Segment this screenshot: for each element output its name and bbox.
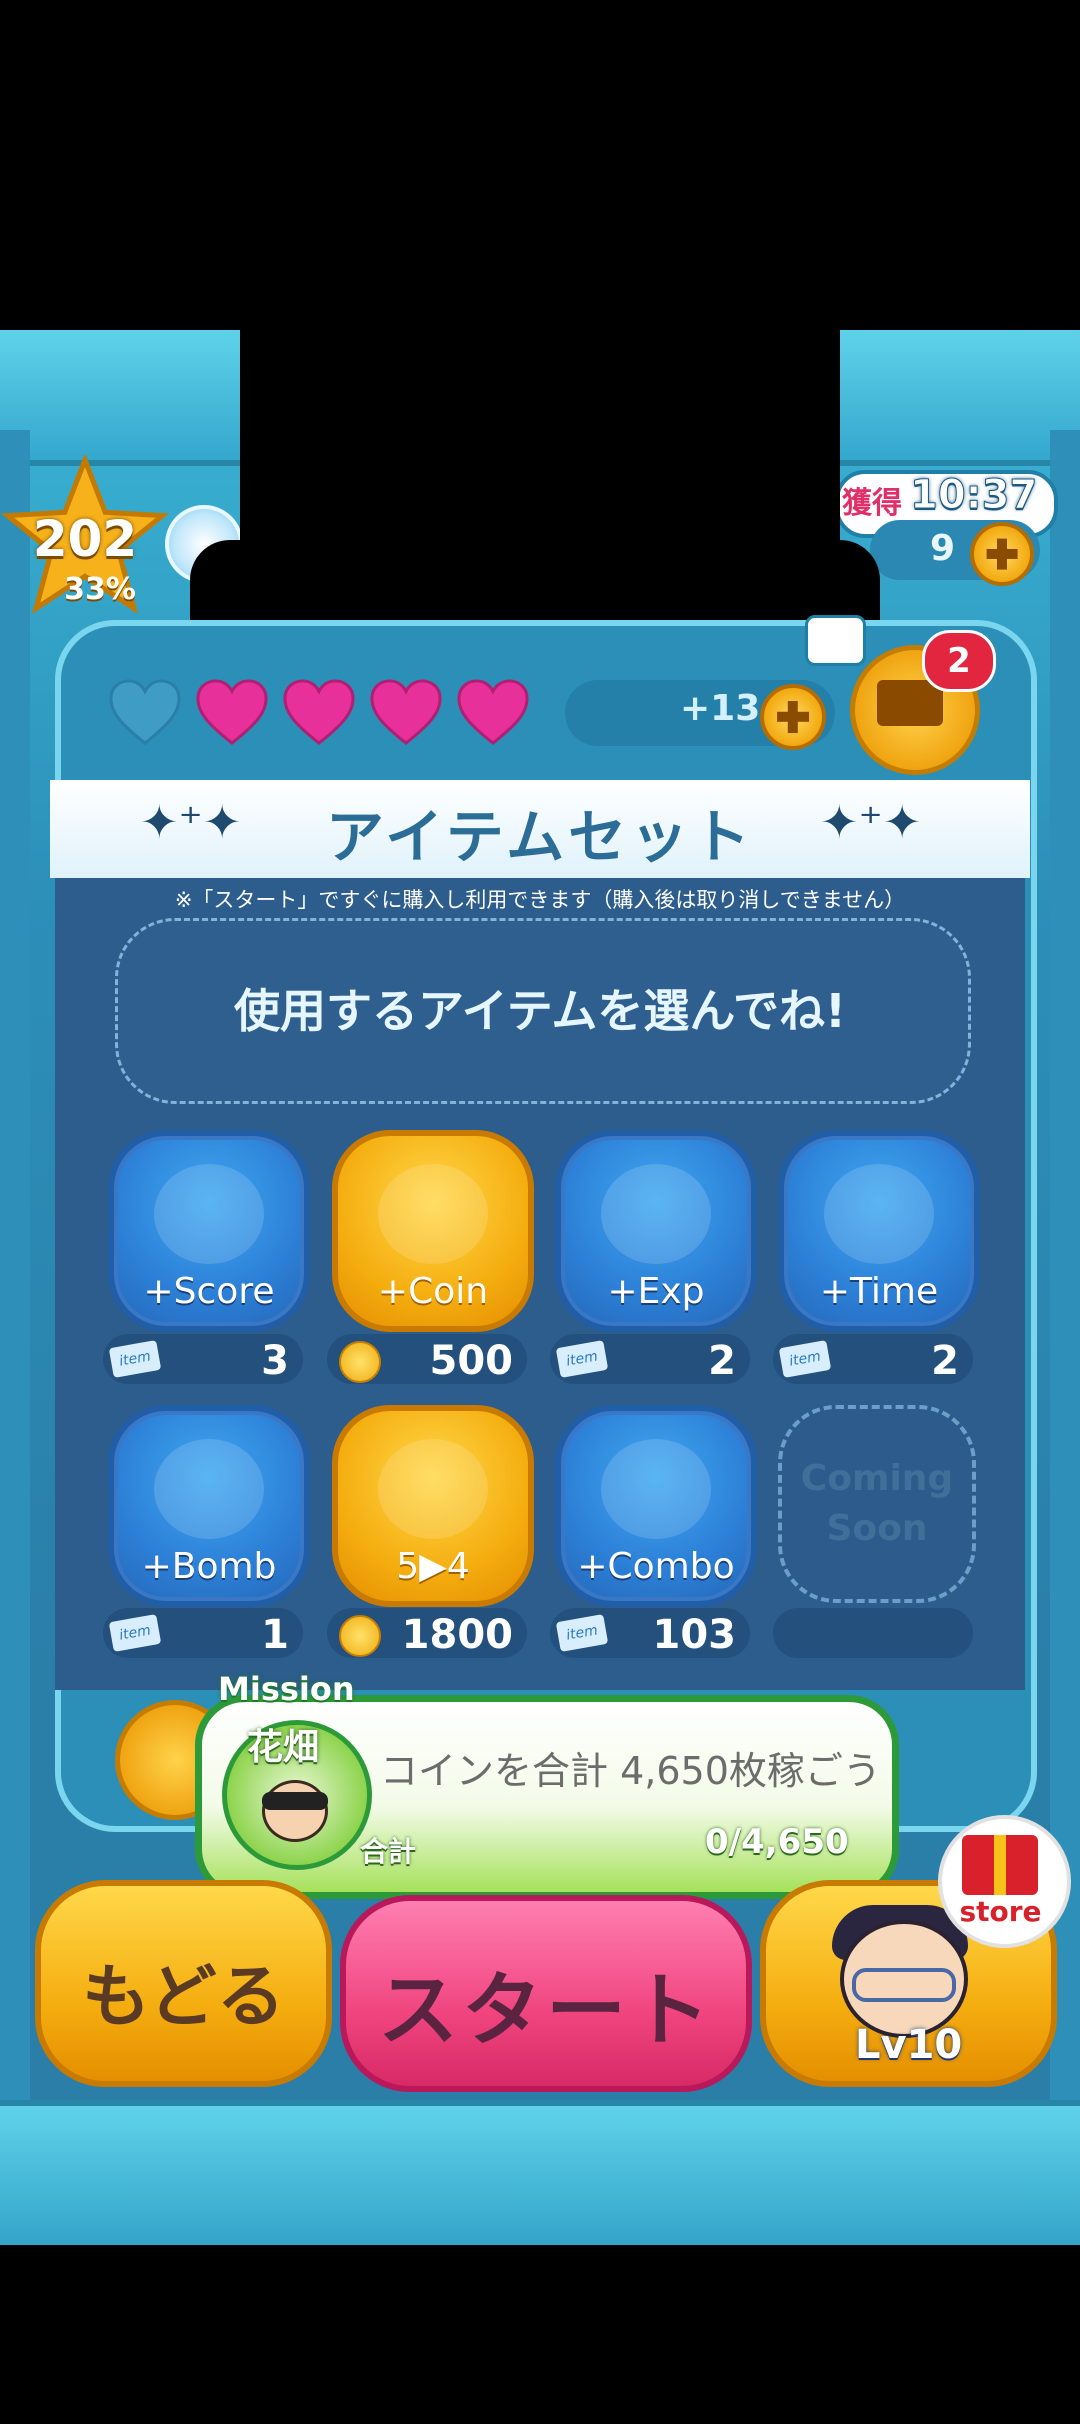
store-label: store bbox=[959, 1895, 1042, 1928]
mission-progress-value: 0 bbox=[705, 1822, 729, 1862]
item-tile-5-4[interactable]: 5▶4 bbox=[332, 1405, 534, 1607]
item-count: 103 bbox=[652, 1612, 737, 1658]
item-art-icon bbox=[378, 1164, 488, 1264]
character-level: Lv10 bbox=[855, 2022, 963, 2068]
mission-progress: 0/4,650 bbox=[705, 1822, 849, 1862]
item-count: 3 bbox=[261, 1338, 289, 1384]
heart-full-icon bbox=[369, 677, 443, 747]
mission-description: コインを合計 4,650枚稼ごう bbox=[380, 1749, 881, 1793]
heart-empty-icon bbox=[108, 677, 182, 747]
heart-full-icon bbox=[456, 677, 530, 747]
gift-ribbon bbox=[994, 1835, 1006, 1895]
item-count: 2 bbox=[931, 1338, 959, 1384]
mission-goal: /4,650 bbox=[728, 1822, 849, 1862]
item-art-icon bbox=[601, 1164, 711, 1264]
mission-total-label: 合計 bbox=[360, 1835, 417, 1868]
item-label: +Bomb bbox=[141, 1546, 277, 1587]
item-ticket-icon: item bbox=[555, 1340, 609, 1378]
left-frame bbox=[0, 430, 30, 2130]
coin-icon bbox=[339, 1341, 381, 1383]
item-art-icon bbox=[154, 1164, 264, 1264]
item-tile-score[interactable]: +Score bbox=[108, 1130, 310, 1332]
coin-count: 9 bbox=[930, 528, 956, 569]
hearts-extra: +13 bbox=[680, 688, 761, 729]
item-label: +Score bbox=[143, 1271, 275, 1312]
item-art-icon bbox=[378, 1439, 488, 1539]
item-ticket-icon: item bbox=[778, 1340, 832, 1378]
item-cost: item 1 bbox=[103, 1608, 303, 1658]
item-ticket-icon: item bbox=[108, 1614, 162, 1652]
start-button[interactable]: スタート bbox=[340, 1895, 752, 2092]
back-button[interactable]: もどる bbox=[35, 1880, 332, 2087]
mail-badge: 2 bbox=[922, 630, 996, 692]
item-count: 2 bbox=[708, 1338, 736, 1384]
item-label: +Exp bbox=[607, 1271, 705, 1312]
item-art-icon bbox=[154, 1439, 264, 1539]
item-art-icon bbox=[601, 1439, 711, 1539]
item-tile-exp[interactable]: +Exp bbox=[555, 1130, 757, 1332]
level-progress: 33% bbox=[64, 572, 136, 607]
item-cost bbox=[773, 1608, 973, 1658]
start-button-label: スタート bbox=[378, 1964, 714, 2057]
item-cost: item 2 bbox=[773, 1334, 973, 1384]
item-tile-bomb[interactable]: +Bomb bbox=[108, 1405, 310, 1607]
item-ticket-icon: item bbox=[108, 1340, 162, 1378]
item-art-icon bbox=[824, 1164, 934, 1264]
back-button-label: もどる bbox=[82, 1958, 285, 2037]
video-icon[interactable] bbox=[805, 615, 866, 666]
mission-tag: Mission bbox=[218, 1670, 355, 1708]
character-glasses bbox=[852, 1968, 956, 2002]
add-coins-button[interactable] bbox=[970, 522, 1034, 586]
timer-label: 獲得 bbox=[842, 486, 902, 521]
coin-icon bbox=[339, 1615, 381, 1657]
panel-title: アイテムセット bbox=[325, 803, 755, 871]
item-count: 1 bbox=[261, 1612, 289, 1658]
item-label: 5▶4 bbox=[396, 1546, 470, 1587]
item-label: +Combo bbox=[577, 1546, 735, 1587]
item-tile-coin[interactable]: +Coin bbox=[332, 1130, 534, 1332]
item-cost: item 3 bbox=[103, 1334, 303, 1384]
item-cost: 1800 bbox=[327, 1608, 527, 1658]
item-count: 1800 bbox=[401, 1612, 513, 1658]
player-level: 202 bbox=[32, 510, 138, 568]
item-tile-time[interactable]: +Time bbox=[778, 1130, 980, 1332]
mission-category: 花畑 bbox=[247, 1727, 320, 1768]
item-ticket-icon: item bbox=[555, 1614, 609, 1652]
item-count: 500 bbox=[429, 1338, 514, 1384]
prompt-text: 使用するアイテムを選んでね! bbox=[233, 984, 847, 1038]
item-cost: 500 bbox=[327, 1334, 527, 1384]
item-label: +Coin bbox=[377, 1271, 489, 1312]
add-hearts-button[interactable] bbox=[760, 684, 826, 750]
coming-soon-label: Coming Soon bbox=[800, 1458, 954, 1549]
bottom-frame bbox=[0, 2100, 1080, 2245]
heart-full-icon bbox=[195, 677, 269, 747]
item-cost: item 2 bbox=[550, 1334, 750, 1384]
timer-value: 10:37 bbox=[909, 472, 1038, 519]
character-mask-icon bbox=[262, 1792, 328, 1810]
character-face-icon bbox=[262, 1780, 328, 1842]
item-tile-combo[interactable]: +Combo bbox=[555, 1405, 757, 1607]
item-cost: item 103 bbox=[550, 1608, 750, 1658]
item-label: +Time bbox=[819, 1271, 939, 1312]
heart-full-icon bbox=[282, 677, 356, 747]
purchase-note: ※「スタート」ですぐに購入し利用できます（購入後は取り消しできません） bbox=[174, 888, 906, 912]
item-tile-coming-soon: Coming Soon bbox=[778, 1405, 976, 1603]
